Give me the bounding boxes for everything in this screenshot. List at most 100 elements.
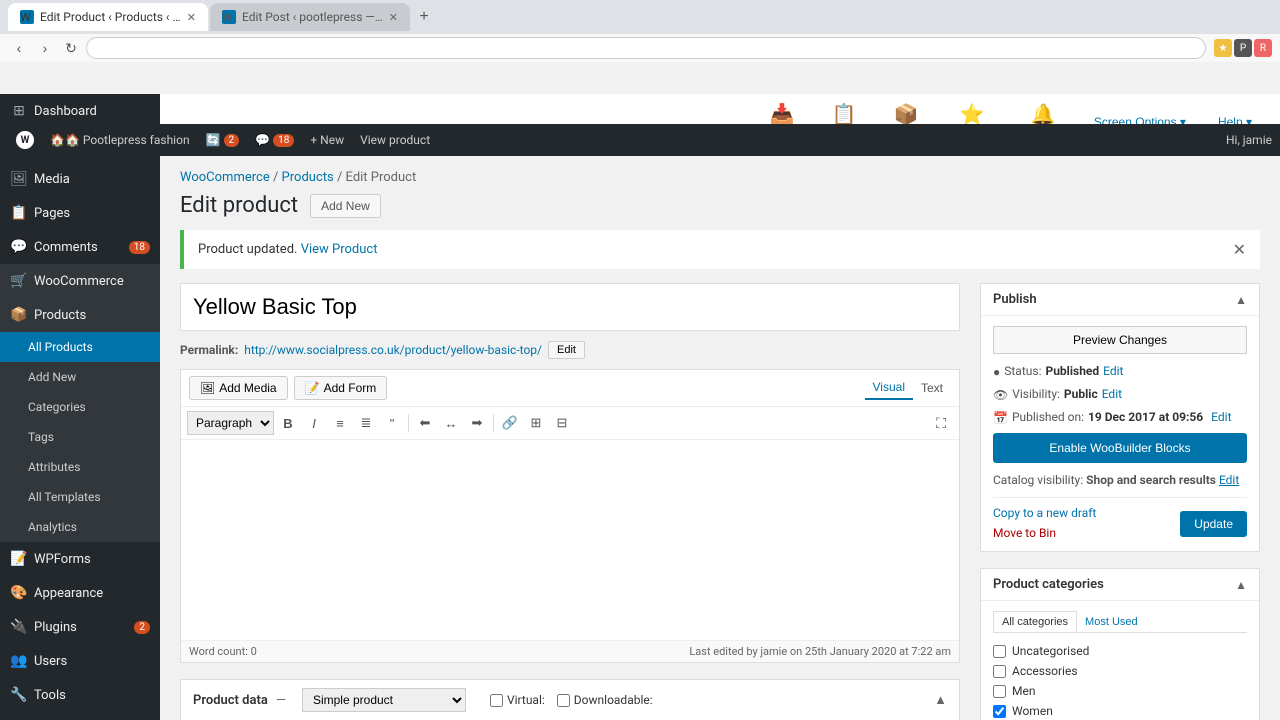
- notice-dismiss-btn[interactable]: ✕: [1233, 240, 1246, 259]
- editor-content[interactable]: [181, 440, 959, 640]
- most-used-tab[interactable]: Most Used: [1077, 611, 1146, 632]
- active-tab[interactable]: W Edit Product ‹ Products ‹ Poc… ✕: [8, 3, 208, 31]
- table-button[interactable]: ⊞: [524, 411, 548, 435]
- category-checkbox-men[interactable]: [993, 685, 1006, 698]
- wp-logo-item[interactable]: W: [8, 124, 42, 156]
- breadcrumb-woocommerce[interactable]: WooCommerce: [180, 170, 270, 185]
- sidebar-item-appearance[interactable]: 🎨 Appearance: [0, 576, 160, 610]
- sidebar-item-pages[interactable]: 📋 Pages: [0, 196, 160, 230]
- format-select[interactable]: Paragraph: [187, 411, 274, 435]
- product-data-header[interactable]: Product data — Simple product Grouped pr…: [181, 680, 959, 720]
- edit-layout: Permalink: http://www.socialpress.co.uk/…: [180, 283, 1260, 720]
- align-center-button[interactable]: ↔: [439, 411, 463, 435]
- publish-box-content: Preview Changes ● Status: Published Edit…: [981, 316, 1259, 551]
- ol-button[interactable]: ≣: [354, 411, 378, 435]
- fullscreen-button[interactable]: ⛶: [929, 411, 953, 435]
- update-button[interactable]: Update: [1180, 511, 1247, 537]
- add-media-button[interactable]: 🖼 Add Media: [189, 376, 288, 400]
- category-label-accessories[interactable]: Accessories: [1012, 664, 1078, 678]
- status-edit-link[interactable]: Edit: [1103, 364, 1123, 378]
- sidebar-item-dashboard[interactable]: ⊞ Dashboard: [0, 94, 160, 128]
- categories-box-header[interactable]: Product categories ▲: [981, 569, 1259, 601]
- virtual-checkbox[interactable]: [490, 694, 503, 707]
- new-item[interactable]: + New: [302, 124, 352, 156]
- view-product-link[interactable]: View Product: [301, 242, 378, 257]
- sidebar-item-comments[interactable]: 💬 Comments 18: [0, 230, 160, 264]
- updates-item[interactable]: 🔄 2: [198, 124, 248, 156]
- publish-box: Publish ▲ Preview Changes ● Status: Publ…: [980, 283, 1260, 552]
- align-right-button[interactable]: ➡: [465, 411, 489, 435]
- published-edit-link[interactable]: Edit: [1211, 410, 1231, 424]
- category-checkbox-accessories[interactable]: [993, 665, 1006, 678]
- view-product-label: View product: [360, 133, 430, 147]
- catalog-edit-link[interactable]: Edit: [1219, 473, 1239, 487]
- sidebar-item-tools[interactable]: 🔧 Tools: [0, 678, 160, 712]
- tab2-close-btn[interactable]: ✕: [389, 11, 398, 24]
- ul-button[interactable]: ≡: [328, 411, 352, 435]
- downloadable-label[interactable]: Downloadable:: [557, 693, 653, 707]
- copy-draft-link[interactable]: Copy to a new draft: [993, 506, 1096, 520]
- update-notice: Product updated. View Product ✕: [180, 230, 1260, 269]
- breadcrumb-products[interactable]: Products: [282, 170, 334, 185]
- publish-box-header[interactable]: Publish ▲: [981, 284, 1259, 316]
- visual-tab[interactable]: Visual: [865, 376, 913, 400]
- add-form-button[interactable]: 📝 Add Form: [294, 376, 388, 400]
- editor-media-row: 🖼 Add Media 📝 Add Form Visual T: [181, 370, 959, 407]
- permalink-edit-button[interactable]: Edit: [548, 341, 585, 359]
- align-left-button[interactable]: ⬅: [413, 411, 437, 435]
- comments-item[interactable]: 💬 18: [247, 124, 302, 156]
- new-tab-button[interactable]: +: [412, 5, 436, 29]
- virtual-label[interactable]: Virtual:: [490, 693, 545, 707]
- tab-close-btn[interactable]: ✕: [187, 11, 196, 24]
- sidebar-item-analytics[interactable]: Analytics: [0, 512, 160, 542]
- product-title-input[interactable]: [180, 283, 960, 331]
- sidebar-item-media[interactable]: 🖼 Media: [0, 162, 160, 196]
- woobuilder-button[interactable]: Enable WooBuilder Blocks: [993, 433, 1247, 463]
- sidebar-item-attributes[interactable]: Attributes: [0, 452, 160, 482]
- sidebar-item-tags[interactable]: Tags: [0, 422, 160, 452]
- virtual-downloadable-row: Virtual: Downloadable:: [490, 693, 653, 707]
- downloadable-checkbox[interactable]: [557, 694, 570, 707]
- product-type-select[interactable]: Simple product Grouped product External/…: [302, 688, 466, 712]
- back-button[interactable]: ‹: [8, 37, 30, 59]
- all-categories-tab[interactable]: All categories: [993, 611, 1077, 632]
- sidebar-item-users[interactable]: 👥 Users: [0, 644, 160, 678]
- sidebar-item-settings[interactable]: ⚙ Settings: [0, 712, 160, 720]
- category-label-men[interactable]: Men: [1012, 684, 1035, 698]
- sidebar-label-all-products: All Products: [28, 340, 93, 354]
- preview-changes-button[interactable]: Preview Changes: [993, 326, 1247, 354]
- categories-title: Product categories: [993, 577, 1235, 592]
- tab-title: Edit Product ‹ Products ‹ Poc…: [40, 10, 181, 24]
- sidebar-item-wpforms[interactable]: 📝 WPForms: [0, 542, 160, 576]
- product-data-collapse-icon[interactable]: ▲: [934, 692, 947, 708]
- category-label-uncategorised[interactable]: Uncategorised: [1012, 644, 1089, 658]
- sidebar-item-products[interactable]: 📦 Products: [0, 298, 160, 332]
- link-button[interactable]: 🔗: [498, 411, 522, 435]
- blockquote-button[interactable]: ": [380, 411, 404, 435]
- sidebar-item-categories[interactable]: Categories: [0, 392, 160, 422]
- site-name-item[interactable]: 🏠 🏠 Pootlepress fashion: [42, 124, 198, 156]
- category-label-women[interactable]: Women: [1012, 704, 1053, 718]
- sidebar-item-plugins[interactable]: 🔌 Plugins 2: [0, 610, 160, 644]
- table2-button[interactable]: ⊟: [550, 411, 574, 435]
- add-new-button[interactable]: Add New: [310, 194, 381, 218]
- category-checkbox-uncategorised[interactable]: [993, 645, 1006, 658]
- sidebar-item-woocommerce[interactable]: 🛒 WooCommerce: [0, 264, 160, 298]
- sidebar-label-dashboard: Dashboard: [34, 104, 97, 119]
- sidebar-item-all-templates[interactable]: All Templates: [0, 482, 160, 512]
- pages-icon: 📋: [10, 204, 28, 222]
- view-product-item[interactable]: View product: [352, 124, 438, 156]
- forward-button[interactable]: ›: [34, 37, 56, 59]
- move-bin-link[interactable]: Move to Bin: [993, 526, 1056, 540]
- address-bar[interactable]: Not Secure | socialpress.co.uk/wp-admin/…: [86, 37, 1206, 59]
- italic-button[interactable]: I: [302, 411, 326, 435]
- permalink-url[interactable]: http://www.socialpress.co.uk/product/yel…: [244, 343, 542, 357]
- sidebar-item-all-products[interactable]: All Products: [0, 332, 160, 362]
- inactive-tab[interactable]: W Edit Post ‹ pootlepress — Wo… ✕: [210, 3, 410, 31]
- reload-button[interactable]: ↻: [60, 37, 82, 59]
- bold-button[interactable]: B: [276, 411, 300, 435]
- category-checkbox-women[interactable]: [993, 705, 1006, 718]
- text-tab[interactable]: Text: [913, 376, 951, 400]
- sidebar-item-add-new[interactable]: Add New: [0, 362, 160, 392]
- visibility-edit-link[interactable]: Edit: [1102, 387, 1122, 401]
